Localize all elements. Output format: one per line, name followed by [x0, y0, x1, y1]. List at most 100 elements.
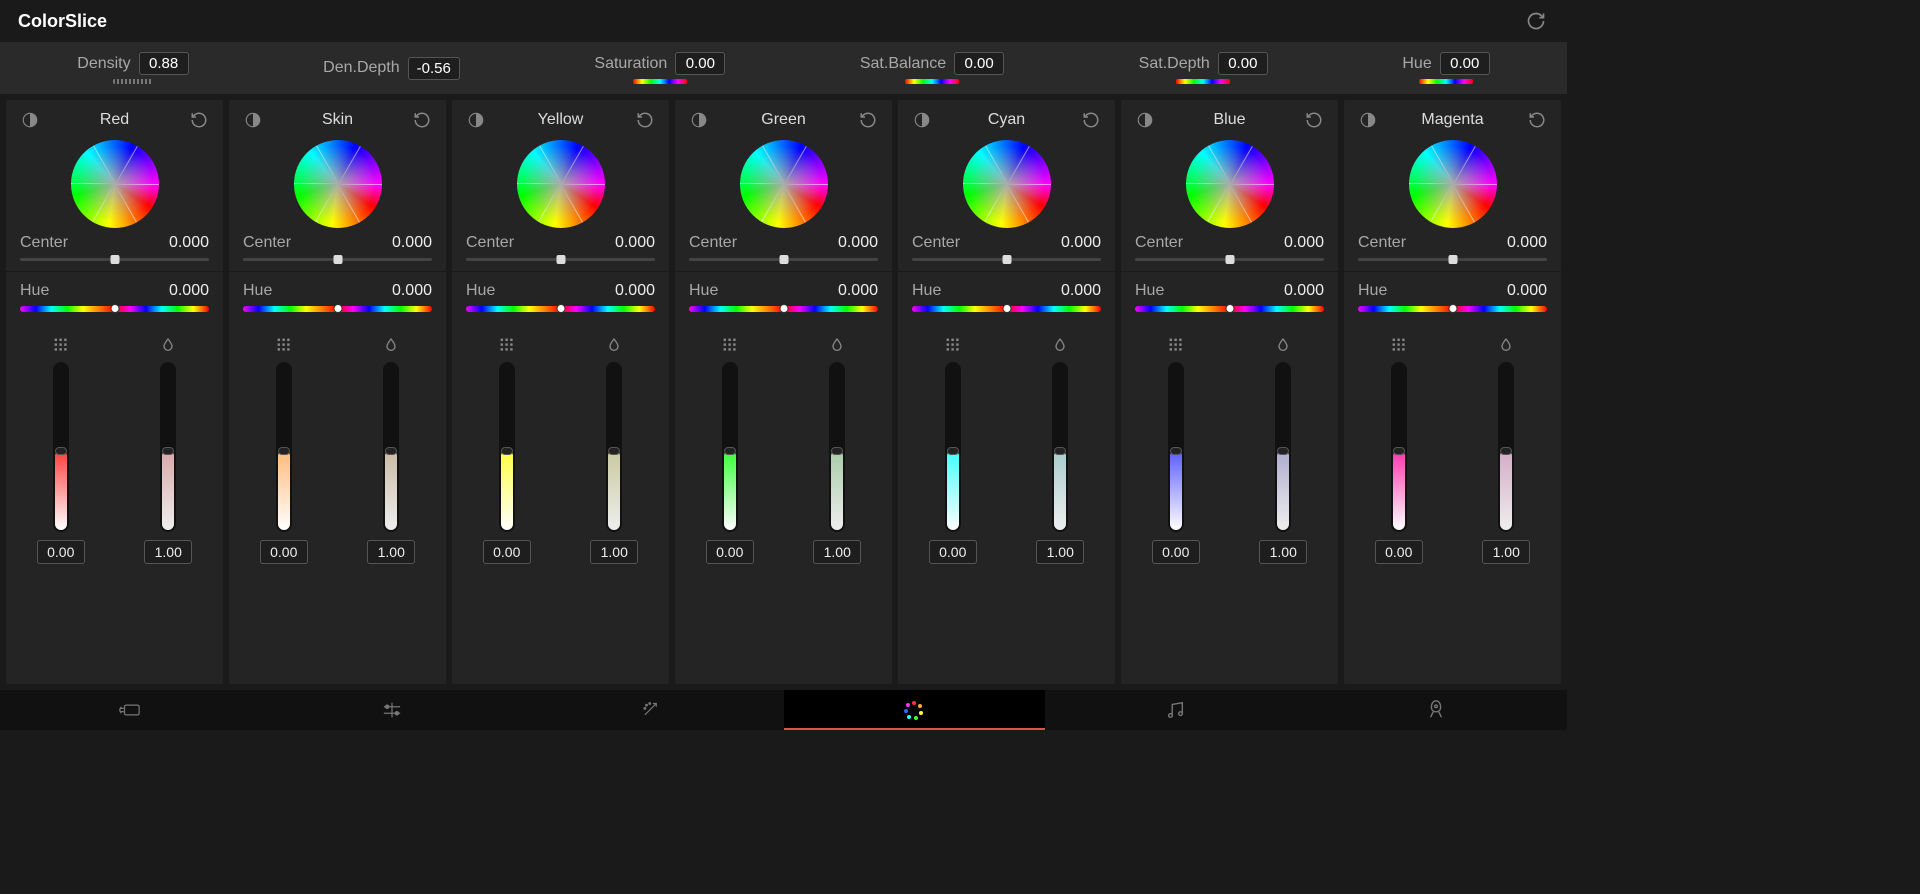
- center-slider[interactable]: [243, 258, 432, 261]
- global-sat-balance: Sat.Balance 0.00: [860, 52, 1004, 84]
- color-wheel[interactable]: [517, 140, 605, 228]
- hue-slider[interactable]: [1358, 306, 1547, 312]
- channel-green: Green Center 0.000 Hue 0.000: [675, 100, 892, 684]
- center-value[interactable]: 0.000: [615, 234, 655, 252]
- global-value-input[interactable]: 0.88: [139, 52, 189, 75]
- reset-channel-button[interactable]: [189, 110, 209, 130]
- color-wheel[interactable]: [1186, 140, 1274, 228]
- contrast-icon[interactable]: [20, 110, 40, 130]
- color-wheel[interactable]: [740, 140, 828, 228]
- nav-tab-color[interactable]: [784, 690, 1045, 730]
- hue-value[interactable]: 0.000: [1061, 282, 1101, 300]
- saturation-slider[interactable]: [945, 362, 961, 532]
- saturation-value[interactable]: 0.00: [37, 540, 85, 564]
- contrast-icon[interactable]: [1358, 110, 1378, 130]
- density-slider[interactable]: [383, 362, 399, 532]
- contrast-icon[interactable]: [689, 110, 709, 130]
- saturation-slider[interactable]: [1168, 362, 1184, 532]
- saturation-value[interactable]: 0.00: [1375, 540, 1423, 564]
- color-wheel[interactable]: [294, 140, 382, 228]
- reset-channel-button[interactable]: [635, 110, 655, 130]
- center-value[interactable]: 0.000: [1061, 234, 1101, 252]
- hue-slider[interactable]: [243, 306, 432, 312]
- nav-tab-cut[interactable]: [0, 690, 261, 730]
- saturation-value[interactable]: 0.00: [706, 540, 754, 564]
- hue-slider[interactable]: [466, 306, 655, 312]
- contrast-icon[interactable]: [466, 110, 486, 130]
- hue-value[interactable]: 0.000: [392, 282, 432, 300]
- saturation-slider[interactable]: [276, 362, 292, 532]
- density-value[interactable]: 1.00: [144, 540, 192, 564]
- reset-channel-button[interactable]: [1081, 110, 1101, 130]
- hue-value[interactable]: 0.000: [169, 282, 209, 300]
- global-value-input[interactable]: 0.00: [675, 52, 725, 75]
- grid-icon: [53, 336, 69, 354]
- grid-icon: [1168, 336, 1184, 354]
- hue-value[interactable]: 0.000: [1284, 282, 1324, 300]
- center-value[interactable]: 0.000: [838, 234, 878, 252]
- nav-tab-edit[interactable]: [261, 690, 522, 730]
- center-slider[interactable]: [1358, 258, 1547, 261]
- channel-name: Skin: [322, 111, 353, 129]
- saturation-value[interactable]: 0.00: [260, 540, 308, 564]
- hue-value[interactable]: 0.000: [615, 282, 655, 300]
- hue-label: Hue: [912, 282, 941, 300]
- density-slider[interactable]: [160, 362, 176, 532]
- saturation-value[interactable]: 0.00: [929, 540, 977, 564]
- density-slider[interactable]: [606, 362, 622, 532]
- hue-slider[interactable]: [1135, 306, 1324, 312]
- global-value-input[interactable]: 0.00: [1440, 52, 1490, 75]
- reset-channel-button[interactable]: [1527, 110, 1547, 130]
- contrast-icon[interactable]: [243, 110, 263, 130]
- grid-icon: [276, 336, 292, 354]
- hue-slider[interactable]: [689, 306, 878, 312]
- density-slider[interactable]: [1498, 362, 1514, 532]
- global-value-input[interactable]: -0.56: [408, 57, 460, 80]
- contrast-icon[interactable]: [912, 110, 932, 130]
- saturation-value[interactable]: 0.00: [483, 540, 531, 564]
- center-value[interactable]: 0.000: [1284, 234, 1324, 252]
- hue-slider[interactable]: [912, 306, 1101, 312]
- channels-area: Red Center 0.000 Hue 0.000: [0, 94, 1567, 690]
- center-slider[interactable]: [1135, 258, 1324, 261]
- density-value[interactable]: 1.00: [813, 540, 861, 564]
- center-slider[interactable]: [689, 258, 878, 261]
- density-value[interactable]: 1.00: [1482, 540, 1530, 564]
- center-slider[interactable]: [466, 258, 655, 261]
- reset-all-button[interactable]: [1523, 8, 1549, 34]
- contrast-icon[interactable]: [1135, 110, 1155, 130]
- density-slider[interactable]: [1052, 362, 1068, 532]
- global-value-input[interactable]: 0.00: [954, 52, 1004, 75]
- reset-channel-button[interactable]: [858, 110, 878, 130]
- global-value-input[interactable]: 0.00: [1218, 52, 1268, 75]
- saturation-slider[interactable]: [499, 362, 515, 532]
- center-value[interactable]: 0.000: [169, 234, 209, 252]
- saturation-slider[interactable]: [53, 362, 69, 532]
- nav-tab-fairlight[interactable]: [1045, 690, 1306, 730]
- center-slider[interactable]: [912, 258, 1101, 261]
- color-wheel[interactable]: [71, 140, 159, 228]
- density-slider[interactable]: [1275, 362, 1291, 532]
- color-wheel[interactable]: [963, 140, 1051, 228]
- hue-value[interactable]: 0.000: [1507, 282, 1547, 300]
- reset-channel-button[interactable]: [1304, 110, 1324, 130]
- nav-tab-fusion[interactable]: [522, 690, 783, 730]
- reset-channel-button[interactable]: [412, 110, 432, 130]
- hue-value[interactable]: 0.000: [838, 282, 878, 300]
- channel-magenta: Magenta Center 0.000 Hue 0.000: [1344, 100, 1561, 684]
- center-slider[interactable]: [20, 258, 209, 261]
- nav-tab-deliver[interactable]: [1306, 690, 1567, 730]
- density-value[interactable]: 1.00: [590, 540, 638, 564]
- center-value[interactable]: 0.000: [1507, 234, 1547, 252]
- color-wheel[interactable]: [1409, 140, 1497, 228]
- saturation-slider[interactable]: [722, 362, 738, 532]
- hue-slider[interactable]: [20, 306, 209, 312]
- density-slider[interactable]: [829, 362, 845, 532]
- density-value[interactable]: 1.00: [1259, 540, 1307, 564]
- saturation-slider[interactable]: [1391, 362, 1407, 532]
- saturation-value[interactable]: 0.00: [1152, 540, 1200, 564]
- center-value[interactable]: 0.000: [392, 234, 432, 252]
- density-value[interactable]: 1.00: [367, 540, 415, 564]
- density-value[interactable]: 1.00: [1036, 540, 1084, 564]
- drop-icon: [1498, 336, 1514, 354]
